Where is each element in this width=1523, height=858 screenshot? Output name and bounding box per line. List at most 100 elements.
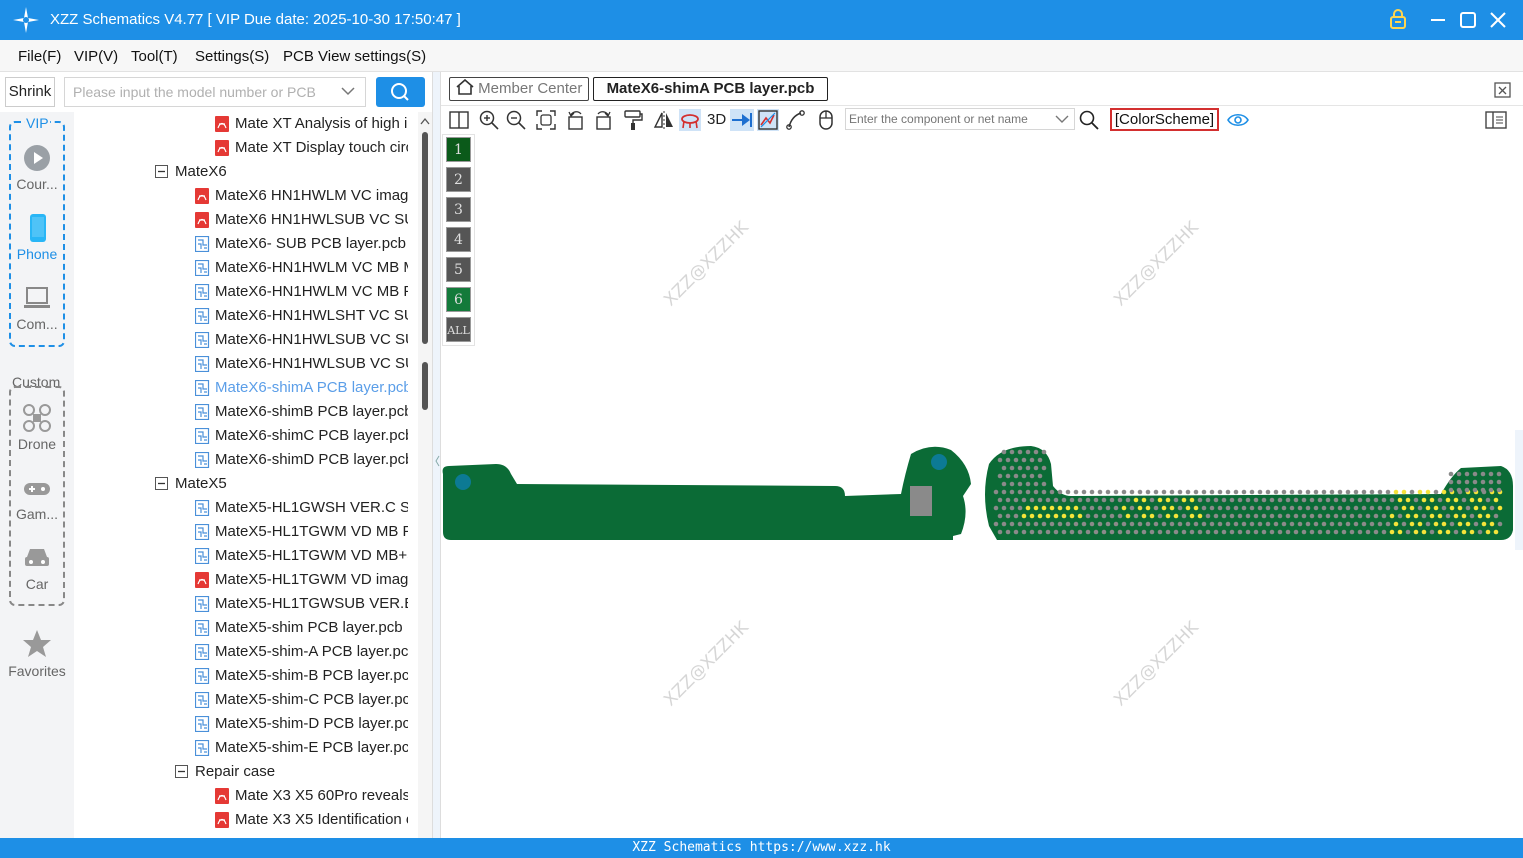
side-panel-icon[interactable] [1485,109,1507,131]
nav-computer[interactable]: Com... [0,284,74,332]
pcb-pad [1401,521,1407,527]
tree-file[interactable]: MateX6-shimC PCB layer.pcb [74,424,408,448]
layer-button-1[interactable]: 1 [446,137,471,162]
tree-file[interactable]: MateX5-shim-E PCB layer.pcb [74,736,408,760]
tree-file[interactable]: MateX6-shimB PCB layer.pcb [74,400,408,424]
rotate-left-icon[interactable] [565,109,587,131]
pcb-pad [1165,497,1171,503]
tree-file[interactable]: MateX5-HL1TGWM VD image.p [74,568,408,592]
layer-button-4[interactable]: 4 [446,227,471,252]
tree-file[interactable]: MateX6 HN1HWLM VC image.p [74,184,408,208]
model-search-input[interactable] [64,77,366,107]
close-all-tabs-icon[interactable] [1493,80,1513,100]
pin-arrow-icon[interactable] [730,109,754,131]
nav-car[interactable]: Car [0,544,74,592]
mouse-icon[interactable] [815,109,837,131]
pcb-pad [1021,497,1027,503]
paint-roller-icon[interactable] [622,109,644,131]
pcb-pad [1033,465,1039,471]
collapse-icon[interactable] [155,165,170,181]
tree-file[interactable]: MateX6-shimA PCB layer.pcb [74,376,408,400]
rotate-right-icon[interactable] [592,109,614,131]
eye-icon[interactable] [1227,109,1249,131]
tree-file[interactable]: Mate X3 X5 60Pro reveals pa [74,784,408,808]
pcb-pad [1149,513,1155,519]
pcb-pad [1009,449,1015,455]
zoom-in-icon[interactable] [478,109,500,131]
tree-file[interactable]: MateX6-HN1HWLSHT VC SUB P [74,304,408,328]
tree-file[interactable]: MateX6-HN1HWLM VC MB PCE [74,280,408,304]
split-view-icon[interactable] [448,109,470,131]
color-scheme-button[interactable]: [ColorScheme] [1110,108,1219,131]
layer-button-3[interactable]: 3 [446,197,471,222]
tree-file[interactable]: MateX5-shim-D PCB layer.pcb [74,712,408,736]
menu-file[interactable]: File(F) [18,48,61,65]
nav-car-label: Car [25,576,49,592]
tree-file[interactable]: MateX6- SUB PCB layer.pcb [74,232,408,256]
nav-phone[interactable]: Phone [0,214,74,262]
tree-file[interactable]: MateX6-shimD PCB layer.pcb [74,448,408,472]
menu-pcb-view-settings[interactable]: PCB View settings(S) [283,48,426,65]
panel-splitter[interactable] [432,72,441,838]
tree-file[interactable]: Mate XT Analysis of high inc [74,112,408,136]
tree-file[interactable]: MateX5-shim-A PCB layer.pcb [74,640,408,664]
layer-button-5[interactable]: 5 [446,257,471,282]
layer-button-6[interactable]: 6 [446,287,471,312]
tree-scrollbar[interactable] [418,112,432,838]
pcb-pad [1297,521,1303,527]
view-3d-button[interactable]: 3D [707,109,731,131]
tree-file[interactable]: Mate XT Display touch circui [74,136,408,160]
menu-vip[interactable]: VIP(V) [74,48,118,65]
fit-view-icon[interactable] [535,109,557,131]
tree-file[interactable]: MateX5-shim-C PCB layer.pcb [74,688,408,712]
menu-settings[interactable]: Settings(S) [195,48,269,65]
pcb-pad [1485,513,1491,519]
pcb-canvas[interactable]: XZZ@XZZHK XZZ@XZZHK XZZ@XZZHK XZZ@XZZHK [441,134,1523,838]
zoom-out-icon[interactable] [505,109,527,131]
tree-file[interactable]: MateX5-HL1GWSH VER.C SUB P [74,496,408,520]
tree-item-label: MateX5-shim PCB layer.pcb [215,619,403,636]
chevron-down-icon[interactable] [340,83,356,99]
tab-member-center[interactable]: Member Center [449,77,590,101]
tree-file[interactable]: MateX6-HN1HWLSUB VC SUB P [74,352,408,376]
shrink-button[interactable]: Shrink [5,77,55,107]
tree-file[interactable]: MateX5-HL1TGWM VD MB+SUI [74,544,408,568]
nav-drone[interactable]: Drone [0,404,74,452]
nav-game[interactable]: Gam... [0,474,74,522]
tree-file[interactable]: MateX6-HN1HWLM VC MB MB [74,256,408,280]
collapse-icon[interactable] [155,477,170,493]
collapse-icon[interactable] [175,765,190,781]
tree-folder[interactable]: MateX6 [74,160,408,184]
pcb-board[interactable] [441,134,1523,838]
component-search-input[interactable] [845,108,1075,130]
mirror-icon[interactable] [653,109,675,131]
tree-file[interactable]: MateX6 HN1HWLSUB VC SUB ir [74,208,408,232]
tree-file[interactable]: MateX5-shim PCB layer.pcb [74,616,408,640]
lock-icon[interactable] [1386,8,1410,32]
close-button[interactable] [1486,8,1510,32]
tree-file[interactable]: MateX5-HL1TGWSUB VER.B SUE [74,592,408,616]
minimize-button[interactable] [1426,8,1450,32]
maximize-button[interactable] [1456,8,1480,32]
layer-button-all[interactable]: ALL [446,317,471,342]
tree-file[interactable]: Mate X3 X5 Identification of [74,808,408,832]
tab-active-pcb[interactable]: MateX6-shimA PCB layer.pcb [593,77,828,101]
nav-favorites[interactable]: Favorites [0,629,74,679]
tree-file[interactable]: MateX5-shim-B PCB layer.pcb [74,664,408,688]
pcb-pad [1081,521,1087,527]
pcb-pad [1181,513,1187,519]
layer-image-icon[interactable] [757,109,779,131]
tree-file[interactable]: MateX6-HN1HWLSUB VC SUB N [74,328,408,352]
chevron-down-icon[interactable] [1054,112,1070,126]
trace-tool-icon[interactable] [785,109,807,131]
component-search-icon[interactable] [1078,109,1100,131]
tree-folder[interactable]: Repair case [74,760,408,784]
search-button[interactable] [376,77,425,107]
tree-file[interactable]: MateX5-HL1TGWM VD MB PCB [74,520,408,544]
tree-folder[interactable]: MateX5 [74,472,408,496]
nav-courses[interactable]: Cour... [0,144,74,192]
layer-button-2[interactable]: 2 [446,167,471,192]
menu-tool[interactable]: Tool(T) [131,48,178,65]
net-highlight-icon[interactable] [679,109,701,131]
right-panel-handle[interactable] [1515,430,1523,550]
